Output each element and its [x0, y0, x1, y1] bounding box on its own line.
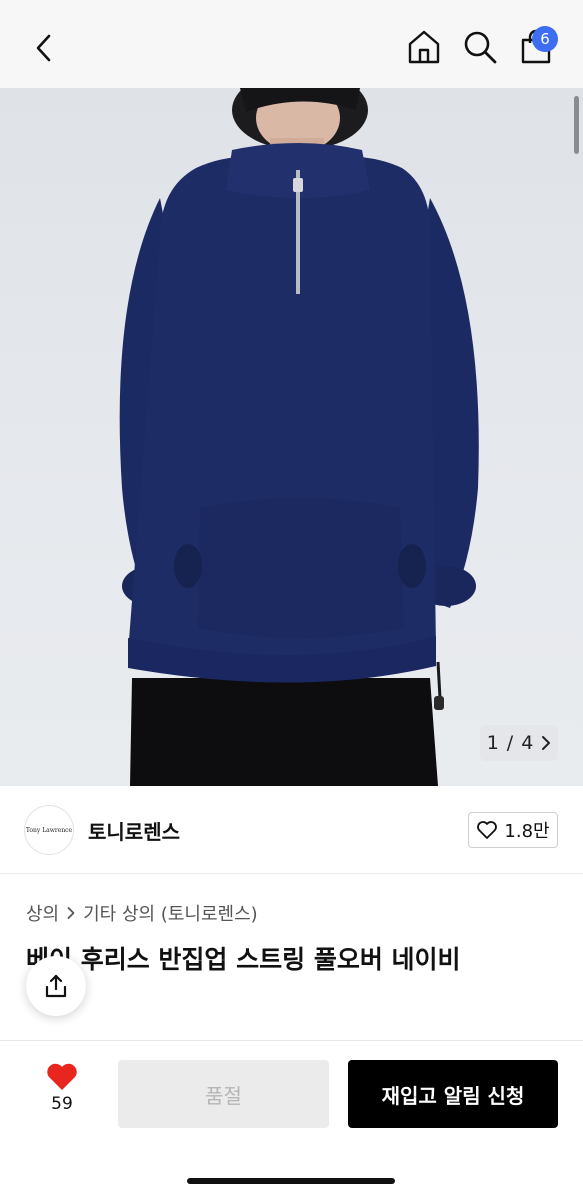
soldout-button: 품절	[118, 1060, 329, 1128]
brand-likes-count: 1.8만	[504, 821, 550, 842]
home-icon	[408, 30, 440, 64]
product-image[interactable]	[0, 88, 583, 786]
breadcrumb: 상의 기타 상의 (토니로렌스)	[26, 900, 258, 926]
breadcrumb-subcategory[interactable]: 기타 상의 (토니로렌스)	[83, 900, 258, 926]
heart-filled-icon	[47, 1063, 77, 1090]
wish-button[interactable]: 59	[38, 1062, 86, 1124]
follow-brand-button[interactable]: 1.8만	[468, 812, 558, 848]
pager-separator: /	[506, 732, 514, 754]
home-button[interactable]	[404, 27, 444, 67]
chevron-right-icon	[67, 907, 75, 919]
restock-alert-button[interactable]: 재입고 알림 신청	[348, 1060, 558, 1128]
cart-count-badge: 6	[532, 26, 558, 52]
image-pager[interactable]: 1 / 4	[480, 725, 558, 761]
home-indicator	[187, 1178, 395, 1184]
heart-outline-icon	[477, 821, 498, 839]
share-button[interactable]	[26, 956, 86, 1016]
pager-total: 4	[521, 732, 534, 754]
seller-logo-text: Tony Lawrence	[25, 826, 73, 834]
chevron-left-icon	[36, 34, 51, 62]
pager-current: 1	[486, 732, 499, 754]
seller-logo[interactable]: Tony Lawrence	[24, 805, 74, 855]
product-title: 베이 후리스 반집업 스트링 풀오버 네이비	[26, 945, 461, 974]
wish-count: 59	[51, 1094, 73, 1114]
seller-row: Tony Lawrence 토니로렌스 1.8만	[0, 786, 583, 874]
back-button[interactable]	[28, 28, 60, 68]
breadcrumb-category[interactable]: 상의	[26, 900, 59, 926]
top-bar: 6	[0, 0, 583, 88]
seller-name[interactable]: 토니로렌스	[88, 816, 180, 845]
product-photo	[119, 88, 479, 786]
search-button[interactable]	[460, 27, 500, 67]
scrollbar[interactable]	[574, 96, 579, 154]
share-icon	[45, 974, 67, 998]
chevron-right-icon	[542, 736, 551, 750]
search-icon	[464, 31, 497, 64]
